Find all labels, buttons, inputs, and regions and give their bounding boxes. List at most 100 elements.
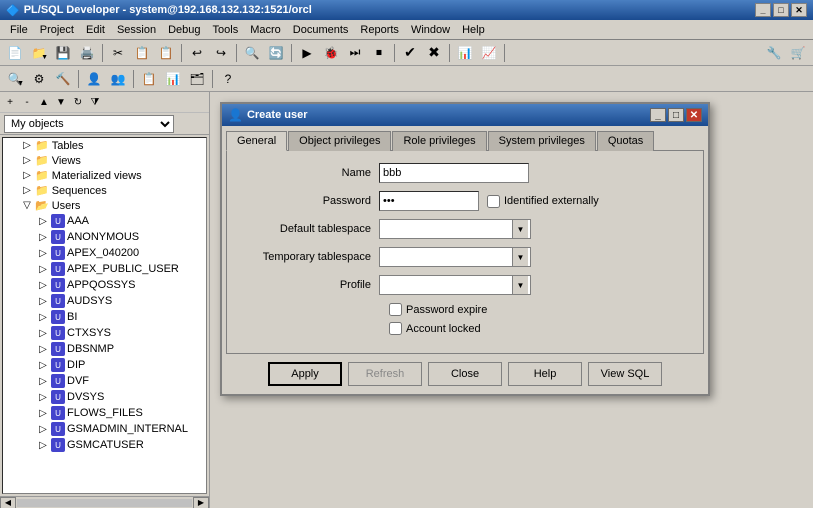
- expand-dbsnmp-icon[interactable]: ▷: [35, 344, 51, 355]
- name-input[interactable]: [379, 163, 529, 183]
- tb2-search-button[interactable]: 🔍▼: [4, 68, 26, 90]
- tb-run-button[interactable]: ▶: [296, 42, 318, 64]
- tb-redo-button[interactable]: ↪: [210, 42, 232, 64]
- tb2-gear-button[interactable]: ⚙: [28, 68, 50, 90]
- tb-step-button[interactable]: ⏭: [344, 42, 366, 64]
- expand-matviews-icon[interactable]: ▷: [19, 170, 35, 181]
- tb-print-button[interactable]: 🖨️: [76, 42, 98, 64]
- tree-item-dip[interactable]: ▷ U DIP: [3, 357, 206, 373]
- help-button[interactable]: Help: [508, 362, 582, 386]
- tree-item-users[interactable]: ▽ 📂 Users: [3, 198, 206, 213]
- tree-item-flows-files[interactable]: ▷ U FLOWS_FILES: [3, 405, 206, 421]
- temporary-tablespace-combo[interactable]: ▼: [379, 247, 531, 267]
- dialog-minimize-button[interactable]: _: [650, 108, 666, 122]
- tb-extra-2[interactable]: 🛒: [787, 42, 809, 64]
- expand-views-icon[interactable]: ▷: [19, 155, 35, 166]
- tree-item-appqossys[interactable]: ▷ U APPQOSSYS: [3, 277, 206, 293]
- tb-commit-button[interactable]: ✔: [399, 42, 421, 64]
- tree-view[interactable]: ▷ 📁 Tables ▷ 📁 Views ▷ 📁 Materialized vi…: [2, 137, 207, 494]
- menu-documents[interactable]: Documents: [287, 22, 355, 38]
- scrollbar-track[interactable]: [17, 499, 192, 507]
- tree-item-apex040200[interactable]: ▷ U APEX_040200: [3, 245, 206, 261]
- scroll-right-button[interactable]: ▶: [193, 497, 209, 508]
- expand-users-icon[interactable]: ▽: [19, 200, 35, 211]
- tb-copy-button[interactable]: 📋: [131, 42, 153, 64]
- tb2-table2-button[interactable]: 📊: [162, 68, 184, 90]
- panel-remove-button[interactable]: -: [19, 94, 35, 110]
- tb-refresh-button[interactable]: 🔄: [265, 42, 287, 64]
- tree-item-gsmadmin[interactable]: ▷ U GSMADMIN_INTERNAL: [3, 421, 206, 437]
- menu-window[interactable]: Window: [405, 22, 456, 38]
- expand-anonymous-icon[interactable]: ▷: [35, 232, 51, 243]
- expand-tables-icon[interactable]: ▷: [19, 140, 35, 151]
- menu-debug[interactable]: Debug: [162, 22, 206, 38]
- expand-aaa-icon[interactable]: ▷: [35, 216, 51, 227]
- horizontal-scrollbar[interactable]: ◀ ▶: [0, 496, 209, 508]
- tree-item-gsmcatuser[interactable]: ▷ U GSMCATUSER: [3, 437, 206, 453]
- apply-button[interactable]: Apply: [268, 362, 342, 386]
- menu-tools[interactable]: Tools: [207, 22, 245, 38]
- tb-autotrace-button[interactable]: 📈: [478, 42, 500, 64]
- menu-edit[interactable]: Edit: [80, 22, 111, 38]
- identified-externally-checkbox[interactable]: [487, 195, 500, 208]
- tree-item-apex-public[interactable]: ▷ U APEX_PUBLIC_USER: [3, 261, 206, 277]
- tab-general[interactable]: General: [226, 131, 287, 151]
- expand-ctxsys-icon[interactable]: ▷: [35, 328, 51, 339]
- expand-apex040200-icon[interactable]: ▷: [35, 248, 51, 259]
- tb-stop-button[interactable]: ⏹: [368, 42, 390, 64]
- tb2-help-button[interactable]: ?: [217, 68, 239, 90]
- tree-item-views[interactable]: ▷ 📁 Views: [3, 153, 206, 168]
- menu-project[interactable]: Project: [34, 22, 80, 38]
- tb2-table3-button[interactable]: 🗂: [186, 68, 208, 90]
- tree-item-anonymous[interactable]: ▷ U ANONYMOUS: [3, 229, 206, 245]
- expand-appqossys-icon[interactable]: ▷: [35, 280, 51, 291]
- expand-gsmadmin-icon[interactable]: ▷: [35, 424, 51, 435]
- default-tablespace-combo[interactable]: ▼: [379, 219, 531, 239]
- profile-combo[interactable]: ▼: [379, 275, 531, 295]
- tb-cut-button[interactable]: ✂: [107, 42, 129, 64]
- tree-item-matviews[interactable]: ▷ 📁 Materialized views: [3, 168, 206, 183]
- tab-quotas[interactable]: Quotas: [597, 131, 654, 151]
- tb-paste-button[interactable]: 📋: [155, 42, 177, 64]
- expand-gsmcatuser-icon[interactable]: ▷: [35, 440, 51, 451]
- refresh-button[interactable]: Refresh: [348, 362, 422, 386]
- dialog-maximize-button[interactable]: □: [668, 108, 684, 122]
- tree-item-bi[interactable]: ▷ U BI: [3, 309, 206, 325]
- tree-item-audsys[interactable]: ▷ U AUDSYS: [3, 293, 206, 309]
- default-tablespace-arrow[interactable]: ▼: [512, 220, 528, 238]
- expand-audsys-icon[interactable]: ▷: [35, 296, 51, 307]
- tb2-users-button[interactable]: 👥: [107, 68, 129, 90]
- panel-refresh-button[interactable]: ↻: [70, 94, 86, 110]
- scroll-left-button[interactable]: ◀: [0, 497, 16, 508]
- expand-dvf-icon[interactable]: ▷: [35, 376, 51, 387]
- close-button-dialog[interactable]: Close: [428, 362, 502, 386]
- tab-role-privileges[interactable]: Role privileges: [392, 131, 486, 151]
- menu-reports[interactable]: Reports: [354, 22, 405, 38]
- tb-open-button[interactable]: 📁▼: [28, 42, 50, 64]
- tree-item-aaa[interactable]: ▷ U AAA: [3, 213, 206, 229]
- panel-add-button[interactable]: +: [2, 94, 18, 110]
- tree-item-dvsys[interactable]: ▷ U DVSYS: [3, 389, 206, 405]
- expand-dvsys-icon[interactable]: ▷: [35, 392, 51, 403]
- tree-item-dvf[interactable]: ▷ U DVF: [3, 373, 206, 389]
- tree-item-tables[interactable]: ▷ 📁 Tables: [3, 138, 206, 153]
- menu-macro[interactable]: Macro: [244, 22, 287, 38]
- expand-dip-icon[interactable]: ▷: [35, 360, 51, 371]
- panel-up-button[interactable]: ▲: [36, 94, 52, 110]
- tb-save-button[interactable]: 💾: [52, 42, 74, 64]
- expand-apex-public-icon[interactable]: ▷: [35, 264, 51, 275]
- tab-system-privileges[interactable]: System privileges: [488, 131, 596, 151]
- tree-item-sequences[interactable]: ▷ 📁 Sequences: [3, 183, 206, 198]
- minimize-button[interactable]: _: [755, 3, 771, 17]
- panel-down-button[interactable]: ▼: [53, 94, 69, 110]
- password-expire-checkbox[interactable]: [389, 303, 402, 316]
- expand-sequences-icon[interactable]: ▷: [19, 185, 35, 196]
- password-input[interactable]: [379, 191, 479, 211]
- tb2-wrench-button[interactable]: 🔨: [52, 68, 74, 90]
- tb-undo-button[interactable]: ↩: [186, 42, 208, 64]
- tb-rollback-button[interactable]: ✖: [423, 42, 445, 64]
- tree-item-ctxsys[interactable]: ▷ U CTXSYS: [3, 325, 206, 341]
- menu-help[interactable]: Help: [456, 22, 491, 38]
- tb-debug-button[interactable]: 🐞: [320, 42, 342, 64]
- tb-search-button[interactable]: 🔍: [241, 42, 263, 64]
